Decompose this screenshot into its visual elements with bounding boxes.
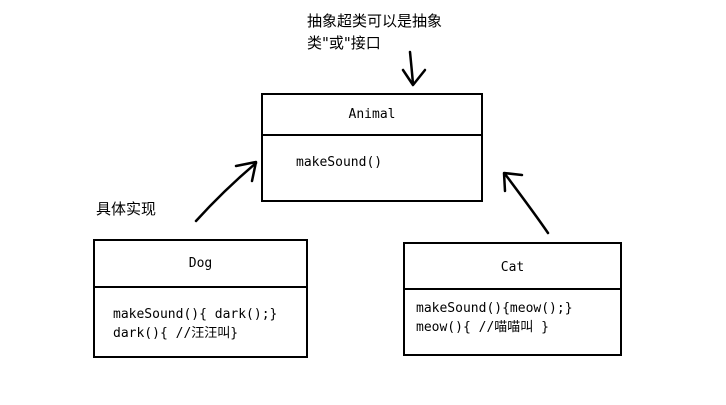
dog-arrow-shaft — [194, 161, 258, 223]
note-arrow-head — [401, 68, 427, 87]
diagram-arrows — [194, 50, 550, 235]
cat-arrow-shaft — [503, 172, 550, 235]
